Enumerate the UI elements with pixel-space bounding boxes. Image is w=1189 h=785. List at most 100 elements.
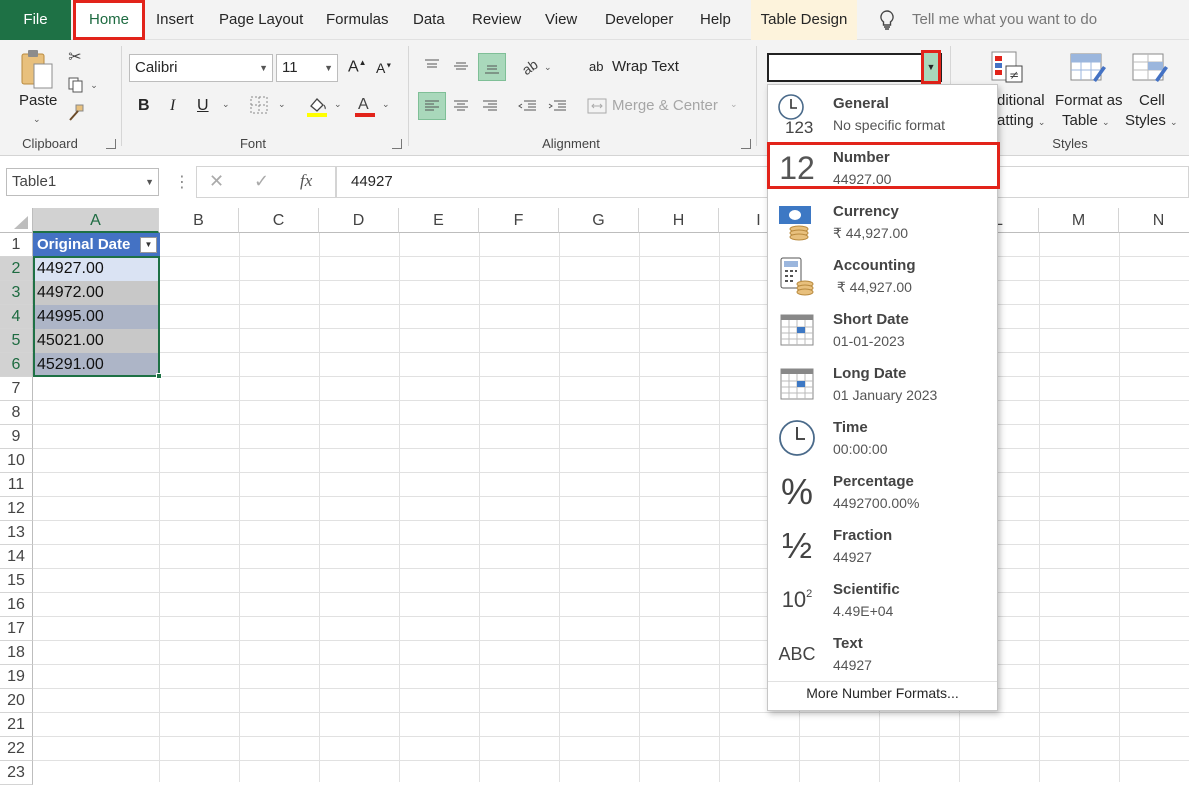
row-header-20[interactable]: 20 (0, 689, 33, 713)
format-as-table-button[interactable]: Format as (1055, 92, 1123, 109)
row-header-18[interactable]: 18 (0, 641, 33, 665)
row-header-1[interactable]: 1 (0, 233, 33, 257)
clipboard-dialog-launcher-icon[interactable] (106, 139, 116, 149)
row-header-8[interactable]: 8 (0, 401, 33, 425)
tab-table-design[interactable]: Table Design (751, 0, 857, 40)
align-left-icon[interactable] (418, 92, 446, 120)
borders-dropdown-chevron-icon[interactable]: ⌄ (278, 99, 286, 110)
tab-developer[interactable]: Developer (605, 0, 673, 40)
select-all-corner[interactable] (0, 208, 33, 233)
format-long-date[interactable]: Long Date 01 January 2023 (768, 357, 997, 411)
column-header-g[interactable]: G (559, 208, 639, 233)
tab-formulas[interactable]: Formulas (326, 0, 389, 40)
format-accounting[interactable]: Accounting ₹ 44,927.00 (768, 249, 997, 303)
align-right-icon[interactable] (478, 92, 502, 120)
tab-help[interactable]: Help (700, 0, 731, 40)
insert-function-icon[interactable]: fx (300, 171, 312, 191)
column-header-m[interactable]: M (1039, 208, 1119, 233)
font-color-icon[interactable]: A (354, 94, 376, 118)
cell-styles-icon[interactable] (1130, 48, 1170, 88)
row-header-16[interactable]: 16 (0, 593, 33, 617)
row-header-9[interactable]: 9 (0, 425, 33, 449)
fill-color-dropdown-chevron-icon[interactable]: ⌄ (334, 99, 342, 110)
format-as-table-button-line2[interactable]: Table ⌄ (1062, 112, 1110, 129)
bold-button[interactable]: B (138, 97, 150, 115)
column-header-h[interactable]: H (639, 208, 719, 233)
wrap-text-icon[interactable]: ab (589, 59, 603, 74)
row-header-2[interactable]: 2 (0, 257, 33, 281)
column-header-a[interactable]: A (33, 208, 159, 233)
alignment-dialog-launcher-icon[interactable] (741, 139, 751, 149)
row-header-12[interactable]: 12 (0, 497, 33, 521)
italic-button[interactable]: I (170, 97, 175, 115)
tab-view[interactable]: View (545, 0, 577, 40)
merge-dropdown-chevron-icon[interactable]: ⌄ (730, 99, 738, 110)
format-scientific[interactable]: 10 2 Scientific 4.49E+04 (768, 573, 997, 627)
conditional-formatting-icon[interactable]: ≠ (988, 48, 1028, 88)
borders-icon[interactable] (250, 96, 268, 114)
filter-dropdown-icon[interactable]: ▼ (140, 237, 157, 253)
increase-indent-icon[interactable] (546, 92, 570, 120)
enter-check-icon[interactable]: ✓ (254, 171, 269, 192)
row-header-7[interactable]: 7 (0, 377, 33, 401)
format-number[interactable]: 12 Number 44927.00 (768, 141, 997, 195)
bottom-align-icon[interactable] (478, 53, 506, 81)
font-color-dropdown-chevron-icon[interactable]: ⌄ (382, 99, 390, 110)
underline-dropdown-chevron-icon[interactable]: ⌄ (222, 99, 230, 110)
top-align-icon[interactable] (420, 53, 444, 79)
fill-color-icon[interactable] (306, 94, 328, 118)
row-header-23[interactable]: 23 (0, 761, 33, 785)
row-header-13[interactable]: 13 (0, 521, 33, 545)
copy-icon[interactable]: ⌄ (66, 76, 100, 94)
wrap-text-button[interactable]: Wrap Text (612, 58, 679, 75)
column-header-c[interactable]: C (239, 208, 319, 233)
format-painter-icon[interactable] (66, 104, 86, 122)
name-box[interactable]: Table1 ▼ (6, 168, 159, 196)
row-header-15[interactable]: 15 (0, 569, 33, 593)
font-name-combo[interactable]: Calibri ▼ (129, 54, 273, 82)
column-header-f[interactable]: F (479, 208, 559, 233)
row-header-19[interactable]: 19 (0, 665, 33, 689)
more-options-icon[interactable]: ⋮ (174, 172, 190, 192)
row-header-3[interactable]: 3 (0, 281, 33, 305)
paste-button[interactable]: Paste (19, 92, 57, 109)
tab-insert[interactable]: Insert (156, 0, 194, 40)
formula-input[interactable]: 44927 (336, 166, 1189, 198)
decrease-indent-icon[interactable] (516, 92, 540, 120)
merge-center-icon[interactable] (587, 97, 607, 115)
cut-icon[interactable]: ✂ (66, 48, 84, 66)
number-format-combo[interactable] (767, 53, 942, 82)
paste-icon[interactable] (18, 48, 56, 90)
column-header-b[interactable]: B (159, 208, 239, 233)
column-header-n[interactable]: N (1119, 208, 1189, 233)
cell-grid[interactable] (33, 233, 1189, 782)
more-number-formats-link[interactable]: More Number Formats... (768, 685, 997, 701)
format-general[interactable]: 123 General No specific format (768, 87, 997, 141)
align-center-icon[interactable] (449, 92, 473, 120)
conditional-formatting-button-line2[interactable]: atting ⌄ (997, 112, 1045, 129)
tab-review[interactable]: Review (472, 0, 521, 40)
column-header-d[interactable]: D (319, 208, 399, 233)
row-header-4[interactable]: 4 (0, 305, 33, 329)
row-header-6[interactable]: 6 (0, 353, 33, 377)
format-percentage[interactable]: % Percentage 4492700.00% (768, 465, 997, 519)
tab-data[interactable]: Data (413, 0, 445, 40)
row-header-17[interactable]: 17 (0, 617, 33, 641)
font-size-combo[interactable]: 11 ▼ (276, 54, 338, 82)
format-as-table-icon[interactable] (1068, 48, 1108, 88)
font-dialog-launcher-icon[interactable] (392, 139, 402, 149)
format-fraction[interactable]: ½ Fraction 44927 (768, 519, 997, 573)
merge-center-button[interactable]: Merge & Center (612, 97, 718, 114)
tab-page-layout[interactable]: Page Layout (219, 0, 303, 40)
row-header-21[interactable]: 21 (0, 713, 33, 737)
decrease-font-size-icon[interactable]: A▼ (376, 60, 392, 76)
cell-styles-button-line2[interactable]: Styles ⌄ (1125, 112, 1178, 129)
row-header-10[interactable]: 10 (0, 449, 33, 473)
column-header-e[interactable]: E (399, 208, 479, 233)
row-header-11[interactable]: 11 (0, 473, 33, 497)
row-header-5[interactable]: 5 (0, 329, 33, 353)
paste-dropdown-chevron-icon[interactable]: ⌄ (33, 114, 41, 125)
underline-button[interactable]: U (197, 97, 209, 115)
cell-styles-button[interactable]: Cell (1139, 92, 1165, 109)
tab-file[interactable]: File (0, 0, 71, 40)
